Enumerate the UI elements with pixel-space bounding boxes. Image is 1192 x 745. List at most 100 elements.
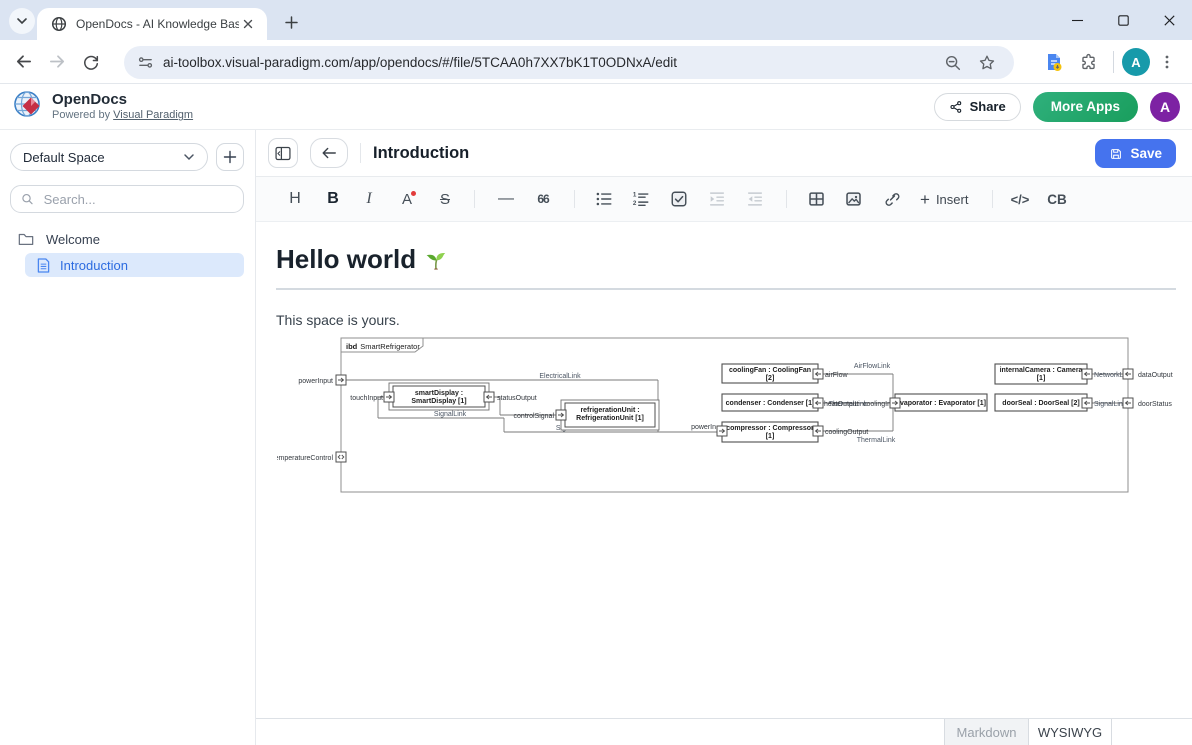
- svg-text:controlSignal: controlSignal: [514, 413, 555, 420]
- back-button[interactable]: [6, 45, 40, 79]
- inline-code-button[interactable]: </>: [1004, 184, 1036, 214]
- svg-text:touchInput: touchInput: [350, 395, 383, 402]
- chevron-down-icon: [183, 151, 195, 163]
- strikethrough-button[interactable]: S: [429, 184, 461, 214]
- sidebar-item-label: Welcome: [46, 232, 100, 247]
- url-bar[interactable]: ai-toolbox.visual-paradigm.com/app/opend…: [124, 46, 1014, 79]
- url-text: ai-toolbox.visual-paradigm.com/app/opend…: [163, 55, 936, 70]
- tab-wysiwyg[interactable]: WYSIWYG: [1028, 719, 1112, 745]
- image-icon: [844, 190, 863, 208]
- plus-icon: [223, 150, 237, 164]
- bullet-list-button[interactable]: [588, 184, 620, 214]
- minimize-button[interactable]: [1054, 0, 1100, 40]
- space-selector-value: Default Space: [23, 150, 183, 165]
- visual-paradigm-link[interactable]: Visual Paradigm: [113, 109, 193, 121]
- browser-profile-avatar[interactable]: A: [1122, 48, 1150, 76]
- table-icon: [807, 190, 826, 208]
- link-label-thermal: ThermalLink: [857, 437, 896, 444]
- bold-button[interactable]: B: [317, 184, 349, 214]
- svg-text:compressor : Compressor: compressor : Compressor: [726, 425, 814, 432]
- link-button[interactable]: [876, 184, 908, 214]
- link-label-signal: SignalLink: [434, 411, 467, 418]
- divider: [992, 190, 993, 208]
- window-controls: [1054, 0, 1192, 40]
- divider: [786, 190, 787, 208]
- space-selector[interactable]: Default Space: [10, 143, 208, 171]
- forward-arrow-icon: [48, 52, 67, 71]
- back-arrow-icon: [14, 52, 33, 71]
- bookmark-button[interactable]: [970, 46, 1004, 80]
- sidebar-item-welcome[interactable]: Welcome: [10, 228, 244, 250]
- task-checkbox-icon: [670, 190, 688, 208]
- back-to-list-button[interactable]: [310, 138, 348, 168]
- browser-tab[interactable]: OpenDocs - AI Knowledge Base: [37, 8, 267, 40]
- user-avatar[interactable]: A: [1150, 92, 1180, 122]
- code-block-button[interactable]: CB: [1041, 184, 1073, 214]
- save-button[interactable]: Save: [1095, 139, 1176, 168]
- svg-text:statusOutput: statusOutput: [497, 395, 537, 402]
- horizontal-rule-button[interactable]: —: [490, 184, 522, 214]
- outdent-button[interactable]: [739, 184, 771, 214]
- divider: [1113, 51, 1114, 73]
- forward-button[interactable]: [40, 45, 74, 79]
- diagram-block-coolingfan: coolingFan : CoolingFan [2] airFlow: [722, 364, 849, 383]
- task-list-button[interactable]: [663, 184, 695, 214]
- svg-text:doorSeal : DoorSeal [2]: doorSeal : DoorSeal [2]: [1002, 400, 1079, 407]
- kebab-menu-icon: [1159, 54, 1175, 70]
- svg-text:coolingIn: coolingIn: [863, 401, 891, 408]
- share-icon: [949, 100, 963, 114]
- opendocs-logo: [12, 88, 44, 125]
- main-panel: Introduction Save H B I A S — 66 1: [256, 130, 1192, 745]
- new-tab-button[interactable]: [278, 9, 304, 35]
- table-button[interactable]: [800, 184, 832, 214]
- toggle-sidebar-button[interactable]: [268, 138, 298, 168]
- search-icon: [21, 192, 34, 206]
- share-button[interactable]: Share: [934, 93, 1021, 121]
- svg-text:coolingOutput: coolingOutput: [825, 429, 868, 436]
- italic-button[interactable]: I: [353, 184, 385, 214]
- powered-by: Powered by Visual Paradigm: [52, 109, 193, 121]
- search-box[interactable]: [10, 185, 244, 213]
- insert-button[interactable]: + Insert: [920, 184, 968, 214]
- reload-icon: [82, 53, 100, 71]
- sysml-diagram[interactable]: ibdSmartRefrigerator ElectricalLink Sign…: [277, 331, 1177, 499]
- svg-text:evaporator : Evaporator [1]: evaporator : Evaporator [1]: [896, 400, 986, 407]
- svg-text:SmartDisplay [1]: SmartDisplay [1]: [411, 398, 466, 405]
- zoom-out-icon: [944, 54, 962, 72]
- more-apps-button[interactable]: More Apps: [1033, 92, 1138, 122]
- extensions-button[interactable]: [1071, 45, 1105, 79]
- editor-area[interactable]: Hello world This space is yours. ibdSmar…: [256, 222, 1192, 718]
- ordered-list-button[interactable]: 1 2: [625, 184, 657, 214]
- image-button[interactable]: [837, 184, 869, 214]
- tab-markdown[interactable]: Markdown: [944, 719, 1028, 745]
- zoom-button[interactable]: [936, 46, 970, 80]
- browser-tab-strip: OpenDocs - AI Knowledge Base: [0, 0, 1192, 40]
- reload-button[interactable]: [74, 45, 108, 79]
- search-input[interactable]: [42, 191, 233, 208]
- tab-search-button[interactable]: [9, 8, 35, 34]
- indent-button[interactable]: [701, 184, 733, 214]
- star-icon: [978, 54, 996, 72]
- tab-close-icon[interactable]: [239, 15, 257, 33]
- sidebar-item-introduction[interactable]: Introduction: [25, 253, 244, 277]
- docs-offline-button[interactable]: [1037, 45, 1071, 79]
- svg-text:[1]: [1]: [1037, 375, 1046, 382]
- text-color-button[interactable]: A: [391, 184, 423, 214]
- svg-text:temperatureControl: temperatureControl: [277, 455, 333, 462]
- maximize-button[interactable]: [1100, 0, 1146, 40]
- docs-offline-icon: [1044, 52, 1064, 72]
- svg-text:doorStatus: doorStatus: [1138, 401, 1172, 408]
- sidebar: Default Space Welcome Introduction: [0, 130, 256, 745]
- svg-text:powerIn: powerIn: [691, 424, 716, 431]
- browser-menu-button[interactable]: [1150, 45, 1184, 79]
- svg-text:RefrigerationUnit [1]: RefrigerationUnit [1]: [576, 415, 644, 422]
- seedling-emoji: [424, 248, 448, 272]
- add-space-button[interactable]: [216, 143, 244, 171]
- document-header: Introduction Save: [256, 130, 1192, 177]
- divider: [574, 190, 575, 208]
- diagram-block-internalcamera: internalCamera : Camera [1]: [995, 364, 1092, 384]
- close-window-button[interactable]: [1146, 0, 1192, 40]
- indent-icon: [708, 190, 726, 208]
- blockquote-button[interactable]: 66: [527, 184, 559, 214]
- heading-button[interactable]: H: [279, 184, 311, 214]
